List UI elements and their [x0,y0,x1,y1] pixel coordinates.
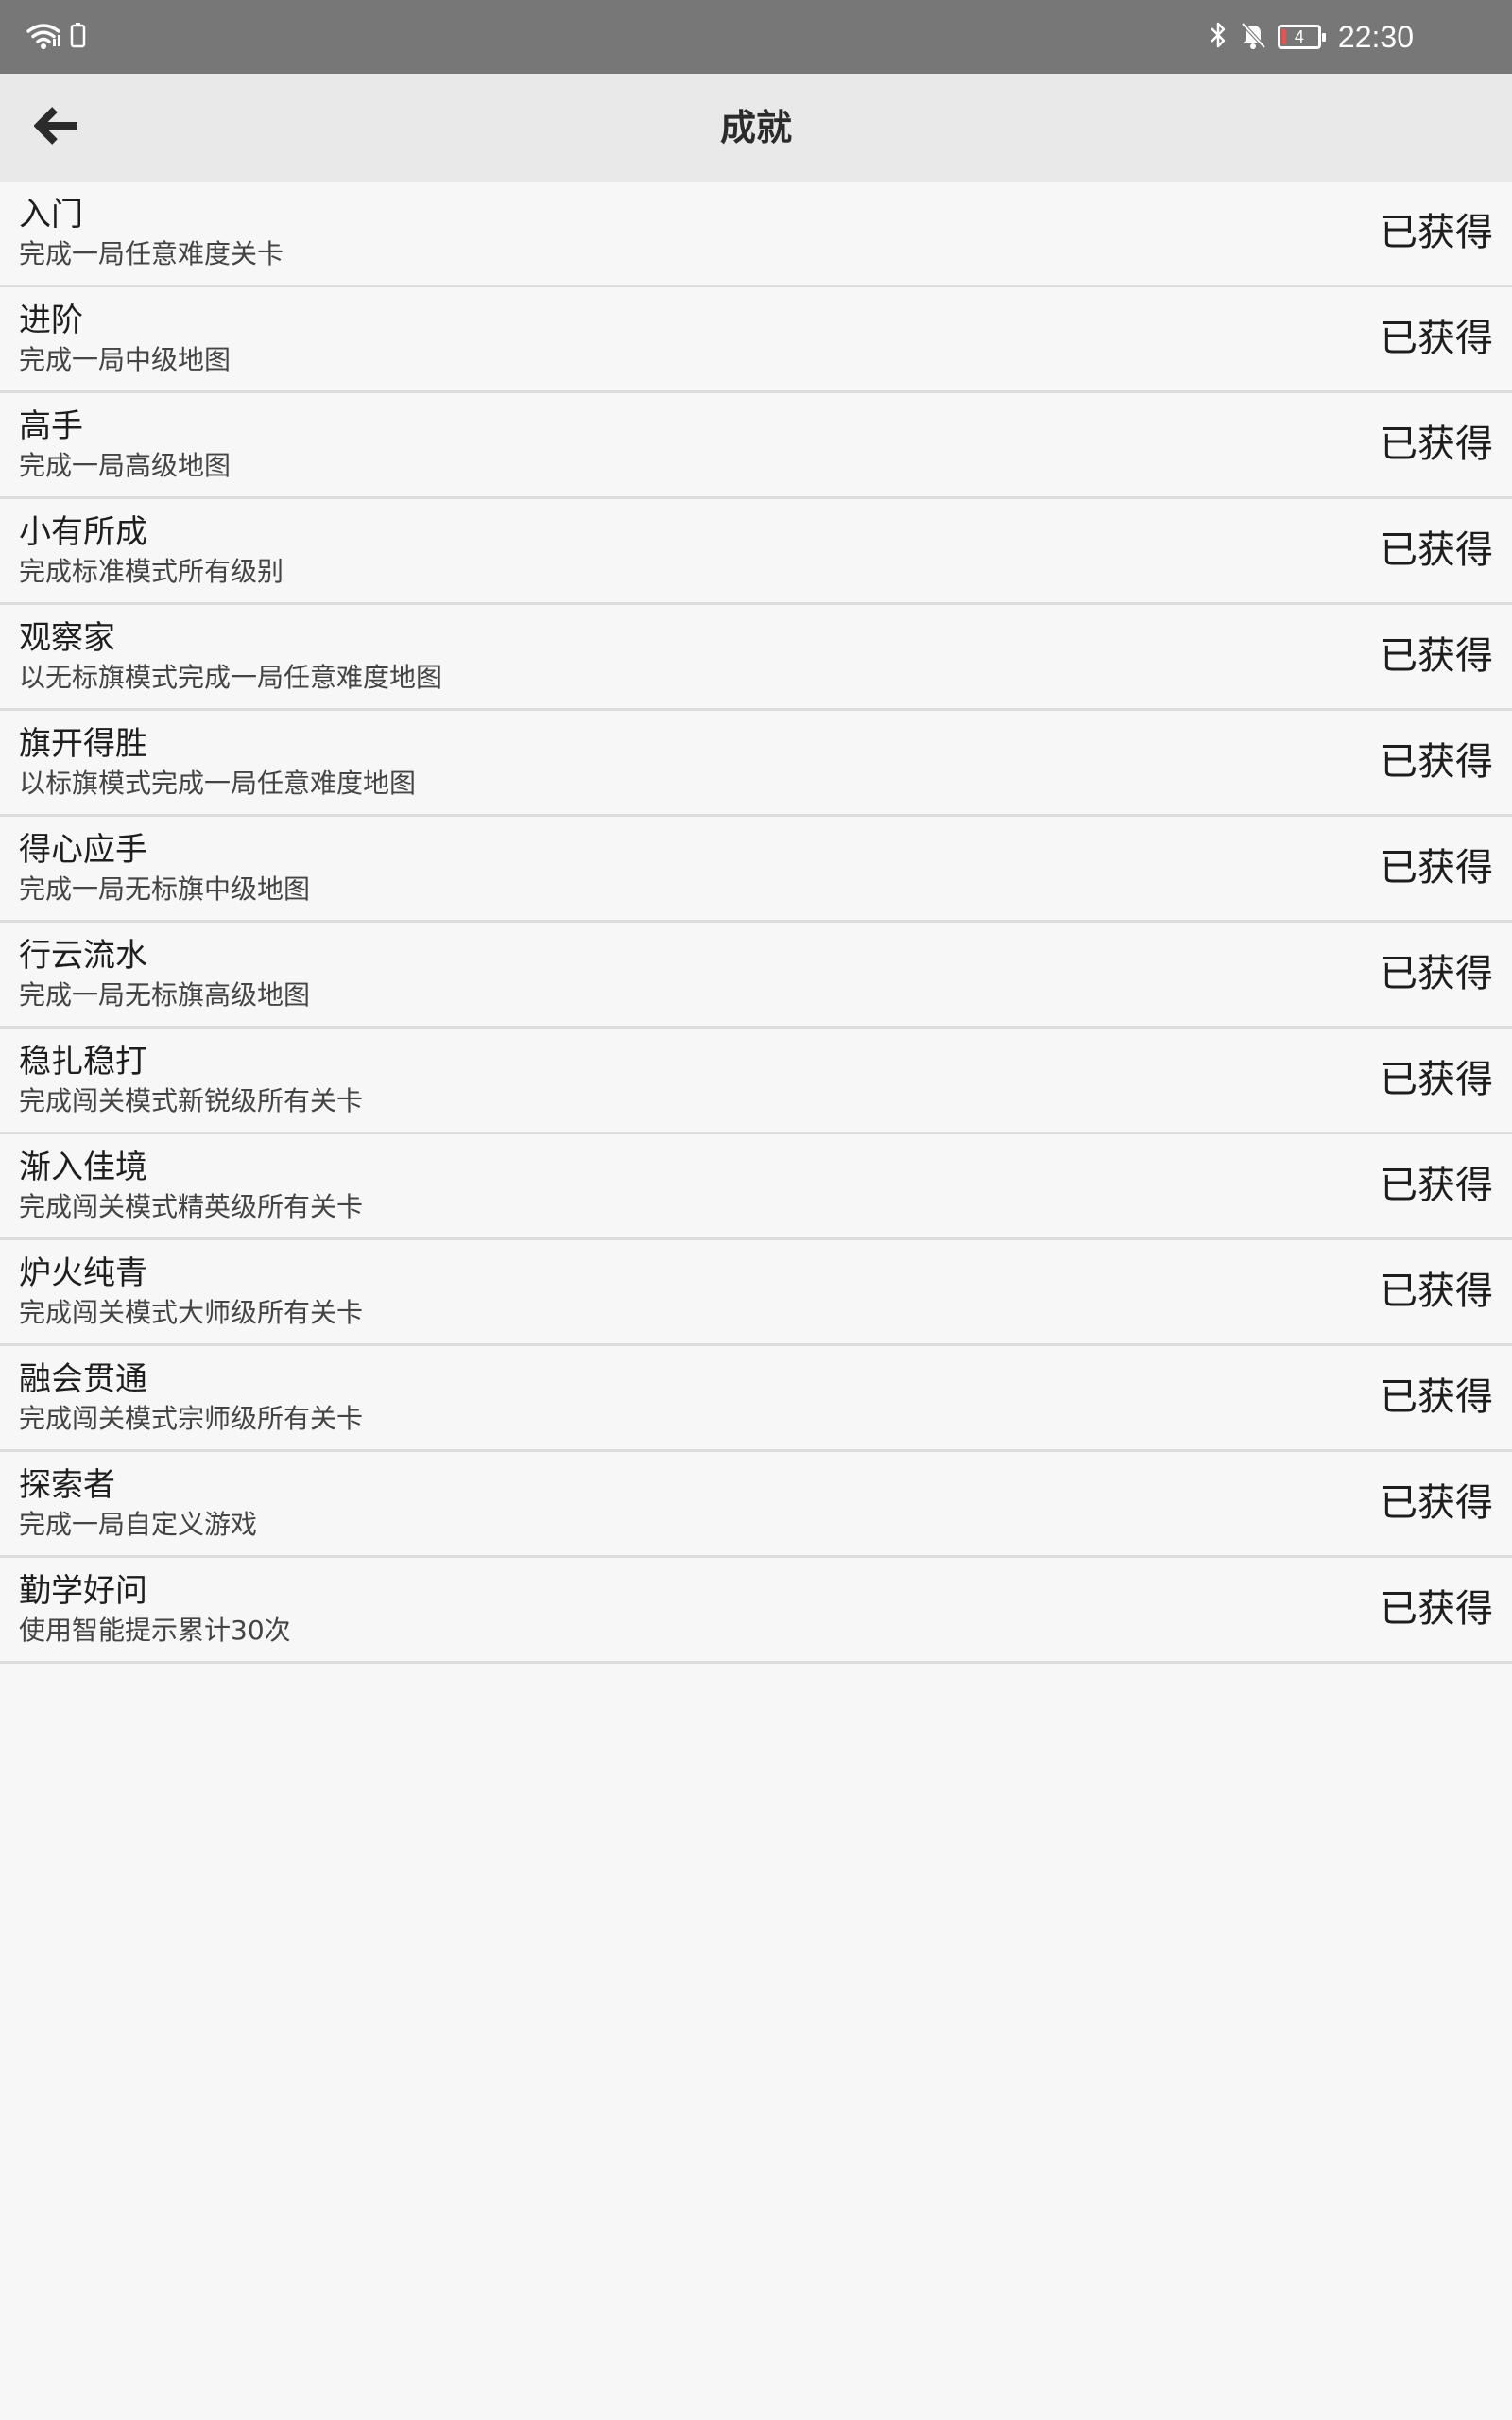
status-bar: 4 22:30 [0,0,1512,74]
achievement-title: 融会贯通 [19,1360,147,1398]
achievement-row[interactable]: 稳扎稳打完成闯关模式新锐级所有关卡 已获得 [0,1028,1512,1134]
achievement-title: 小有所成 [19,513,147,551]
achievement-status: 已获得 [1380,846,1493,890]
achievement-status: 已获得 [1380,317,1493,360]
bluetooth-icon [1208,20,1228,54]
achievement-description: 完成一局高级地图 [19,450,232,481]
achievement-status: 已获得 [1380,1058,1493,1101]
achievement-row[interactable]: 小有所成完成标准模式所有级别 已获得 [0,499,1512,605]
achievement-status: 已获得 [1380,740,1493,784]
achievement-row[interactable]: 入门完成一局任意难度关卡 已获得 [0,182,1512,287]
page-title: 成就 [719,107,792,148]
achievement-description: 以无标旗模式完成一局任意难度地图 [19,662,443,693]
achievement-status: 已获得 [1380,1270,1493,1313]
achievement-title: 得心应手 [19,831,147,869]
achievement-status: 已获得 [1380,1587,1493,1631]
achievement-status: 已获得 [1380,952,1493,995]
achievement-row[interactable]: 进阶完成一局中级地图 已获得 [0,287,1512,393]
achievement-description: 完成一局任意难度关卡 [19,238,284,269]
achievement-description: 以标旗模式完成一局任意难度地图 [19,768,417,799]
achievement-description: 完成闯关模式宗师级所有关卡 [19,1403,364,1434]
battery-icon: 4 [1277,25,1326,49]
achievement-title: 稳扎稳打 [19,1043,147,1080]
achievement-description: 完成闯关模式新锐级所有关卡 [19,1085,364,1116]
achievement-row[interactable]: 行云流水完成一局无标旗高级地图 已获得 [0,923,1512,1028]
achievement-description: 完成闯关模式精英级所有关卡 [19,1191,364,1222]
achievement-description: 完成一局自定义游戏 [19,1509,258,1540]
phone-icon [70,22,87,54]
achievement-description: 完成标准模式所有级别 [19,556,284,587]
achievement-row[interactable]: 高手完成一局高级地图 已获得 [0,393,1512,499]
achievement-title: 行云流水 [19,937,147,975]
achievement-title: 进阶 [19,302,83,339]
achievement-title: 观察家 [19,619,115,657]
achievement-title: 炉火纯青 [19,1254,147,1292]
achievement-status: 已获得 [1380,423,1493,466]
achievement-title: 渐入佳境 [19,1149,147,1186]
achievement-description: 完成一局无标旗中级地图 [19,873,311,905]
achievement-row[interactable]: 炉火纯青完成闯关模式大师级所有关卡 已获得 [0,1240,1512,1346]
wifi-icon [26,22,60,54]
achievement-row[interactable]: 观察家以无标旗模式完成一局任意难度地图 已获得 [0,605,1512,711]
achievement-description: 完成一局中级地图 [19,344,232,375]
achievement-row[interactable]: 勤学好问使用智能提示累计30次 已获得 [0,1558,1512,1664]
achievement-status: 已获得 [1380,1375,1493,1419]
status-time: 22:30 [1337,19,1414,54]
achievement-status: 已获得 [1380,528,1493,572]
bell-off-icon [1240,20,1266,54]
battery-level-fill [1281,29,1286,44]
achievement-row[interactable]: 得心应手完成一局无标旗中级地图 已获得 [0,817,1512,923]
achievement-row[interactable]: 探索者完成一局自定义游戏 已获得 [0,1452,1512,1558]
app-header: 成就 [0,74,1512,182]
achievement-title: 探索者 [19,1466,115,1504]
achievement-title: 勤学好问 [19,1572,147,1610]
status-right-icons: 4 22:30 [1208,17,1414,57]
status-left-icons [26,21,87,55]
achievement-title: 旗开得胜 [19,725,147,763]
achievement-status: 已获得 [1380,1481,1493,1525]
achievement-description: 完成一局无标旗高级地图 [19,979,311,1011]
achievement-description: 完成闯关模式大师级所有关卡 [19,1297,364,1328]
achievement-title: 入门 [19,196,83,233]
achievement-status: 已获得 [1380,1164,1493,1207]
achievement-status: 已获得 [1380,211,1493,254]
achievement-status: 已获得 [1380,634,1493,678]
achievement-row[interactable]: 渐入佳境完成闯关模式精英级所有关卡 已获得 [0,1134,1512,1240]
achievement-list: 入门 完成一局任意难度关卡 已获得 进阶 完成一局中级地图 已获得 高手 完成一局高级地图 已获… [0,182,1512,1664]
achievement-row[interactable]: 融会贯通完成闯关模式宗师级所有关卡 已获得 [0,1346,1512,1452]
achievement-title: 高手 [19,407,83,445]
achievement-row[interactable]: 旗开得胜以标旗模式完成一局任意难度地图 已获得 [0,711,1512,817]
battery-level: 4 [1294,27,1304,46]
achievement-description: 使用智能提示累计30次 [19,1615,291,1646]
